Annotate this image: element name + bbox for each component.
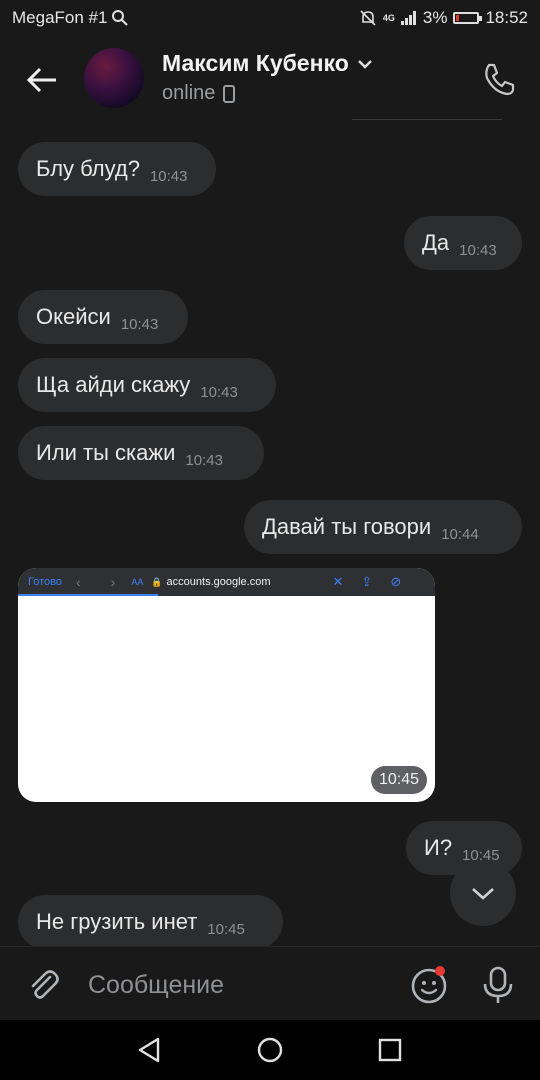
nav-home-icon[interactable] xyxy=(254,1034,286,1066)
status-right: 4G 3% 18:52 xyxy=(359,8,528,28)
message-text: Давай ты говори xyxy=(262,514,432,539)
browser-forward-icon: › xyxy=(110,574,116,590)
sticker-smile-icon[interactable] xyxy=(410,965,450,1005)
system-navigation-bar xyxy=(0,1020,540,1080)
message-bubble[interactable]: Не грузить инет 10:45 xyxy=(18,895,283,949)
clock: 18:52 xyxy=(485,8,528,27)
status-bar: MegaFon #1 4G 3% 18:52 xyxy=(0,0,540,36)
message-time: 10:45 xyxy=(370,766,427,794)
browser-text-size: AA xyxy=(131,577,144,587)
browser-toolbar: Готово ‹ › AA 🔒 accounts.google.com ✕ ⇪ … xyxy=(18,568,435,596)
battery-icon xyxy=(453,12,483,24)
lock-icon: 🔒 xyxy=(151,576,163,587)
browser-progress-bar xyxy=(18,594,158,596)
chat-header: Максим Кубенко online xyxy=(0,36,540,122)
network-type: 4G xyxy=(382,13,395,23)
message-time: 10:44 xyxy=(441,525,479,543)
message-text: Окейси xyxy=(36,304,111,329)
chevron-down-icon xyxy=(357,59,372,69)
browser-done-label: Готово xyxy=(28,576,62,588)
paperclip-icon[interactable] xyxy=(24,965,62,1003)
message-composer xyxy=(0,946,540,1021)
header-divider xyxy=(352,119,502,120)
avatar[interactable] xyxy=(84,48,144,108)
contact-name: Максим Кубенко xyxy=(162,50,349,76)
browser-back-icon: ‹ xyxy=(75,574,81,590)
signal-icon xyxy=(400,11,416,25)
muted-bell-icon xyxy=(360,10,376,26)
message-bubble[interactable]: Окейси 10:43 xyxy=(18,290,188,344)
browser-close-icon: ✕ xyxy=(332,574,344,589)
browser-url: accounts.google.com xyxy=(166,576,271,588)
message-text: Не грузить инет xyxy=(36,909,198,934)
browser-share-icon: ⇪ xyxy=(361,574,373,589)
search-icon xyxy=(112,10,129,26)
scroll-to-bottom-button[interactable] xyxy=(450,860,516,926)
carrier-name: MegaFon #1 xyxy=(12,8,108,27)
message-bubble[interactable]: Да 10:43 xyxy=(404,216,522,270)
message-bubble[interactable]: Блу блуд? 10:43 xyxy=(18,142,216,196)
message-text: Да xyxy=(422,230,450,255)
phone-call-icon[interactable] xyxy=(478,58,520,100)
message-time: 10:43 xyxy=(200,383,238,401)
message-text: И? xyxy=(424,835,453,860)
browser-compass-icon: ⊘ xyxy=(390,574,402,589)
message-time: 10:43 xyxy=(185,451,223,469)
message-bubble[interactable]: Ща айди скажу 10:43 xyxy=(18,358,276,412)
microphone-icon[interactable] xyxy=(480,965,516,1005)
status-left: MegaFon #1 xyxy=(12,8,129,28)
mobile-device-icon xyxy=(223,84,236,103)
chevron-down-icon xyxy=(472,888,494,900)
message-text: Или ты скажи xyxy=(36,440,176,465)
message-time: 10:43 xyxy=(149,167,188,185)
message-time: 10:45 xyxy=(207,920,245,938)
message-time: 10:43 xyxy=(459,241,497,259)
contact-status: online xyxy=(162,82,236,105)
message-input[interactable] xyxy=(86,965,390,1005)
message-time: 10:43 xyxy=(120,315,159,333)
contact-name-row[interactable]: Максим Кубенко xyxy=(162,50,373,77)
online-status: online xyxy=(162,82,216,104)
message-text: Блу блуд? xyxy=(36,156,140,181)
nav-back-icon[interactable] xyxy=(134,1034,166,1066)
message-bubble[interactable]: Или ты скажи 10:43 xyxy=(18,426,264,480)
nav-recents-icon[interactable] xyxy=(374,1034,406,1066)
message-text: Ща айди скажу xyxy=(36,372,191,397)
message-bubble[interactable]: Давай ты говори 10:44 xyxy=(244,500,522,554)
image-message[interactable]: Готово ‹ › AA 🔒 accounts.google.com ✕ ⇪ … xyxy=(18,568,435,802)
battery-percent: 3% xyxy=(422,8,448,27)
back-arrow-icon[interactable] xyxy=(22,60,62,100)
